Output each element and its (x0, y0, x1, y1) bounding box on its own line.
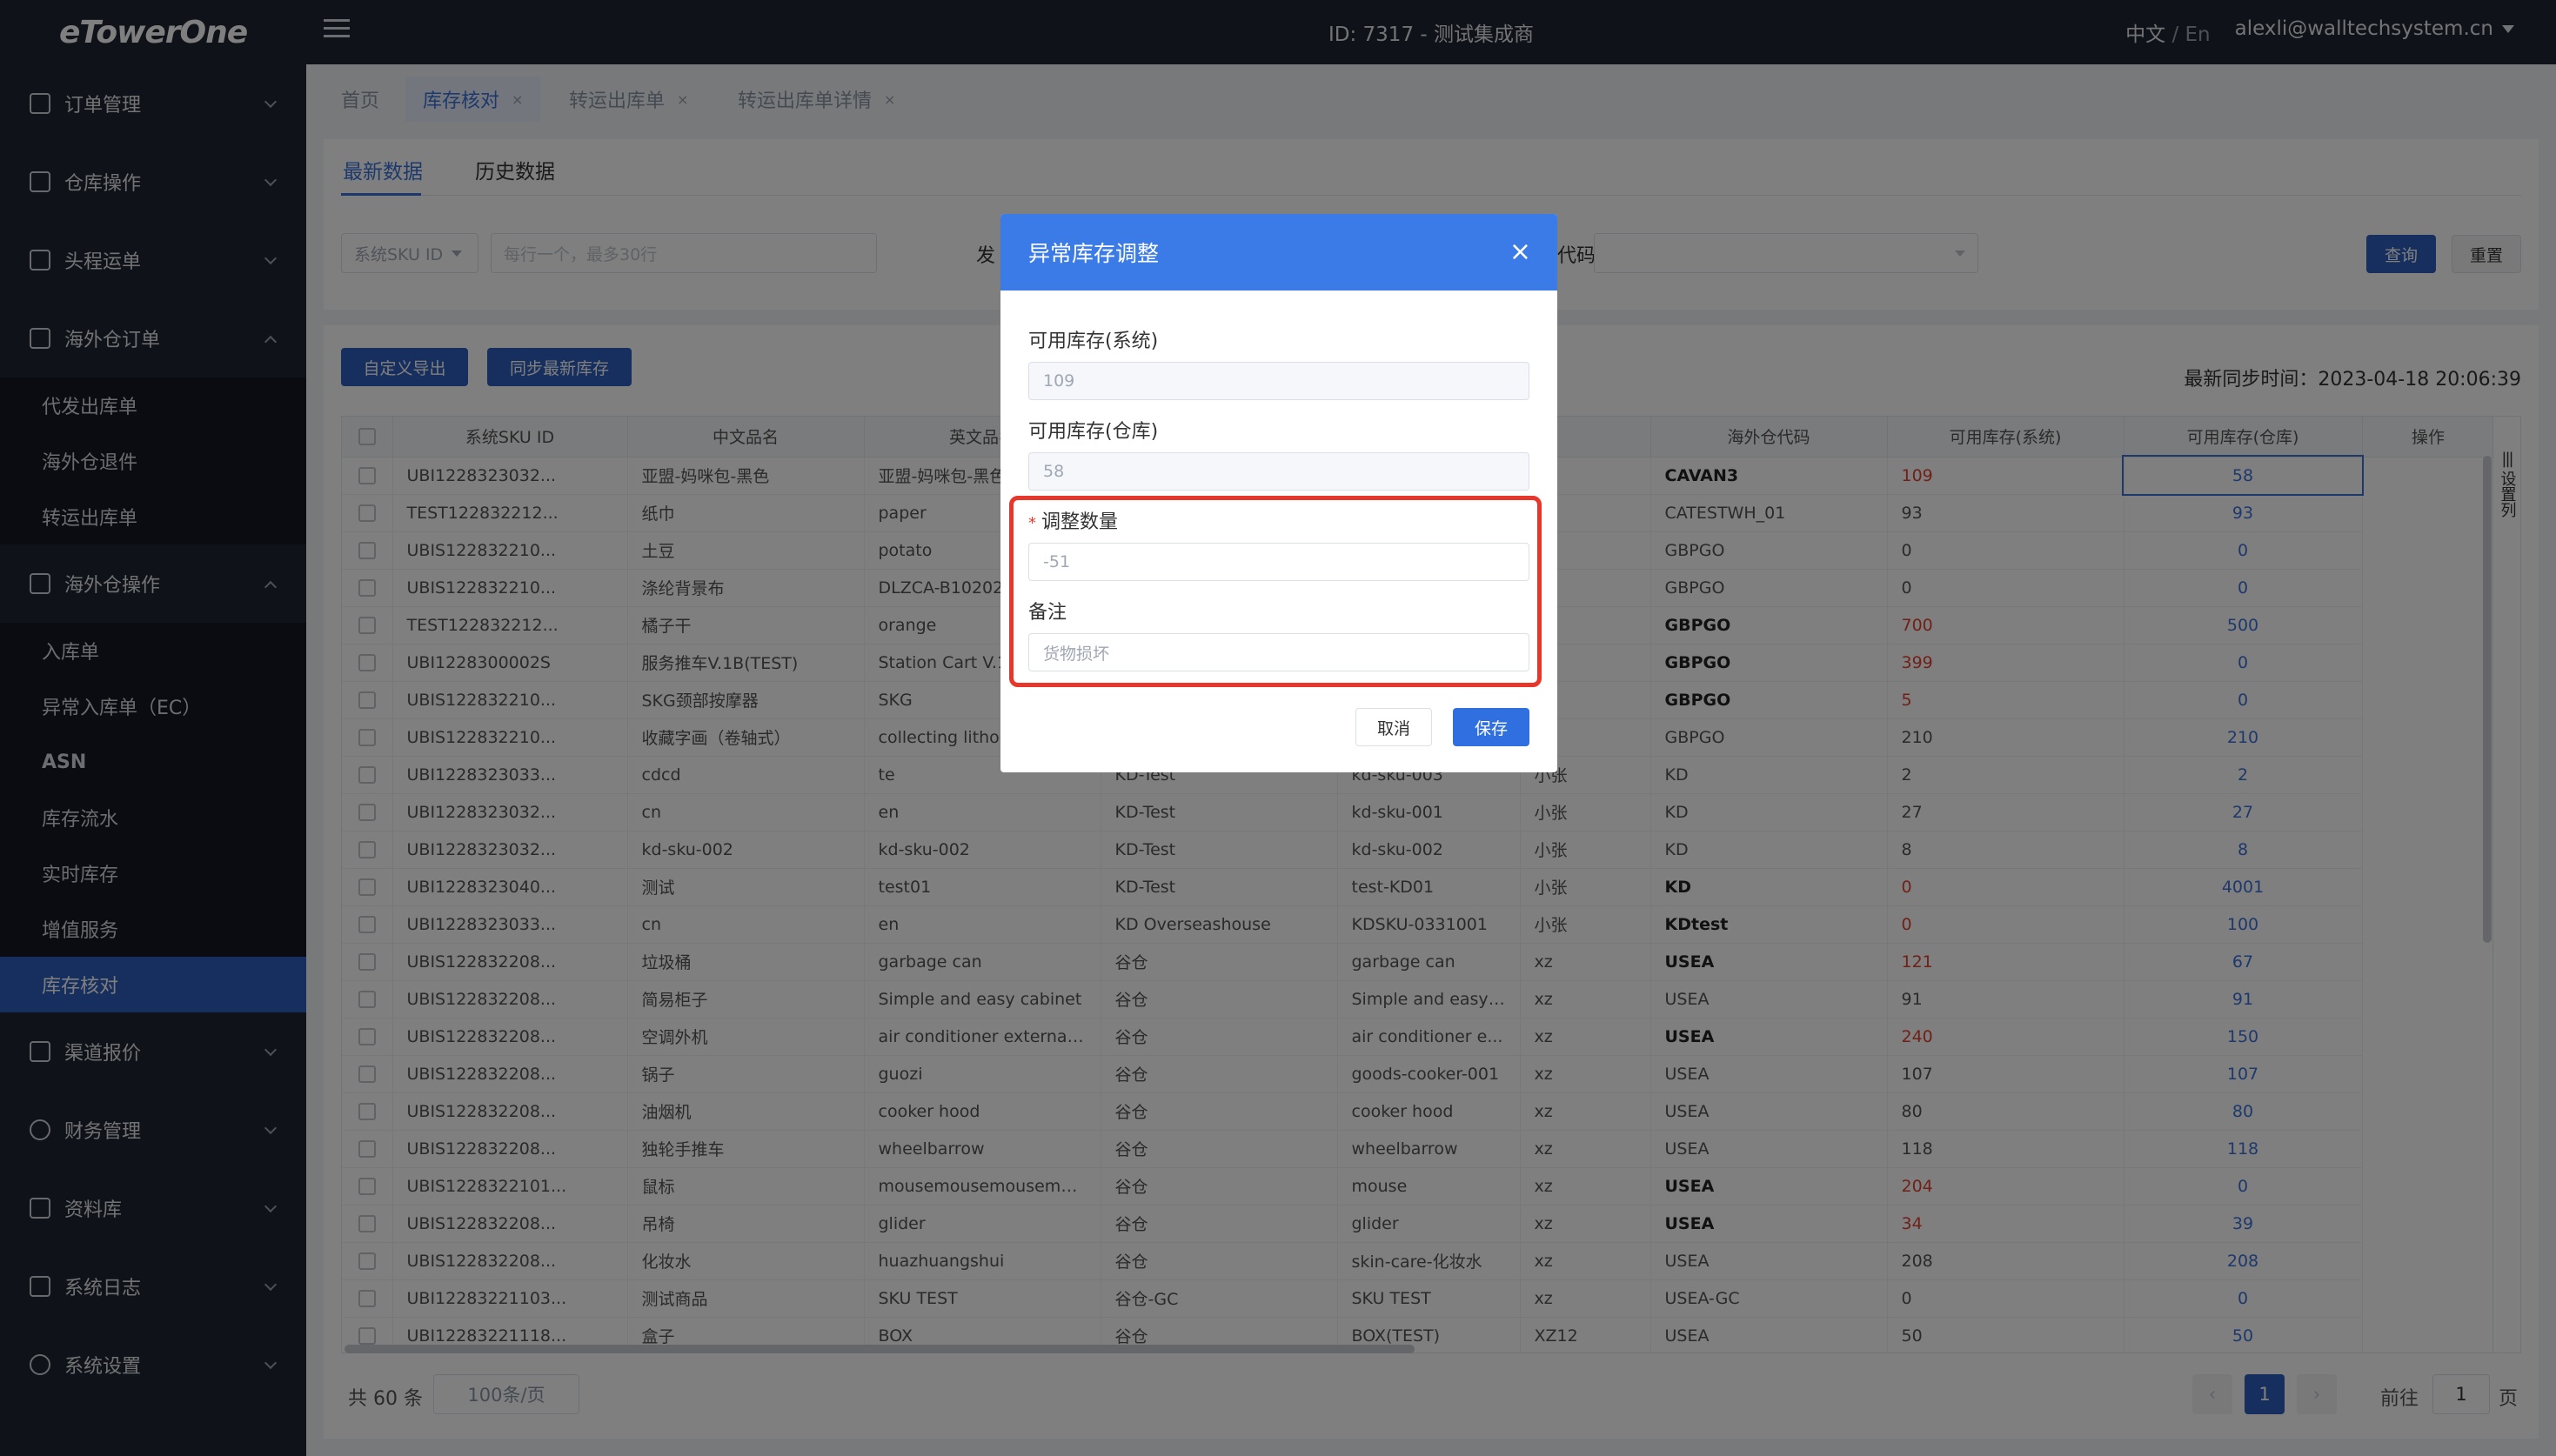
system-stock-label: 可用库存(系统) (1028, 331, 1159, 352)
required-mark: * (1028, 514, 1036, 532)
modal-title: 异常库存调整 (1028, 241, 1160, 266)
save-button[interactable]: 保存 (1453, 708, 1529, 746)
adjust-qty-label: * 调整数量 (1028, 511, 1119, 533)
modal-header: 异常库存调整 × (1000, 214, 1557, 291)
warehouse-stock-field: 58 (1028, 452, 1529, 491)
remark-input[interactable]: 货物损坏 (1028, 633, 1529, 671)
remark-label: 备注 (1028, 602, 1067, 624)
close-icon[interactable]: × (1509, 237, 1531, 267)
stock-adjust-modal: 异常库存调整 × 可用库存(系统) 109 可用库存(仓库) 58 * 调整数量 … (1000, 214, 1557, 772)
adjust-qty-input[interactable]: -51 (1028, 543, 1529, 581)
warehouse-stock-label: 可用库存(仓库) (1028, 421, 1159, 443)
cancel-button[interactable]: 取消 (1355, 708, 1432, 746)
system-stock-field: 109 (1028, 362, 1529, 400)
